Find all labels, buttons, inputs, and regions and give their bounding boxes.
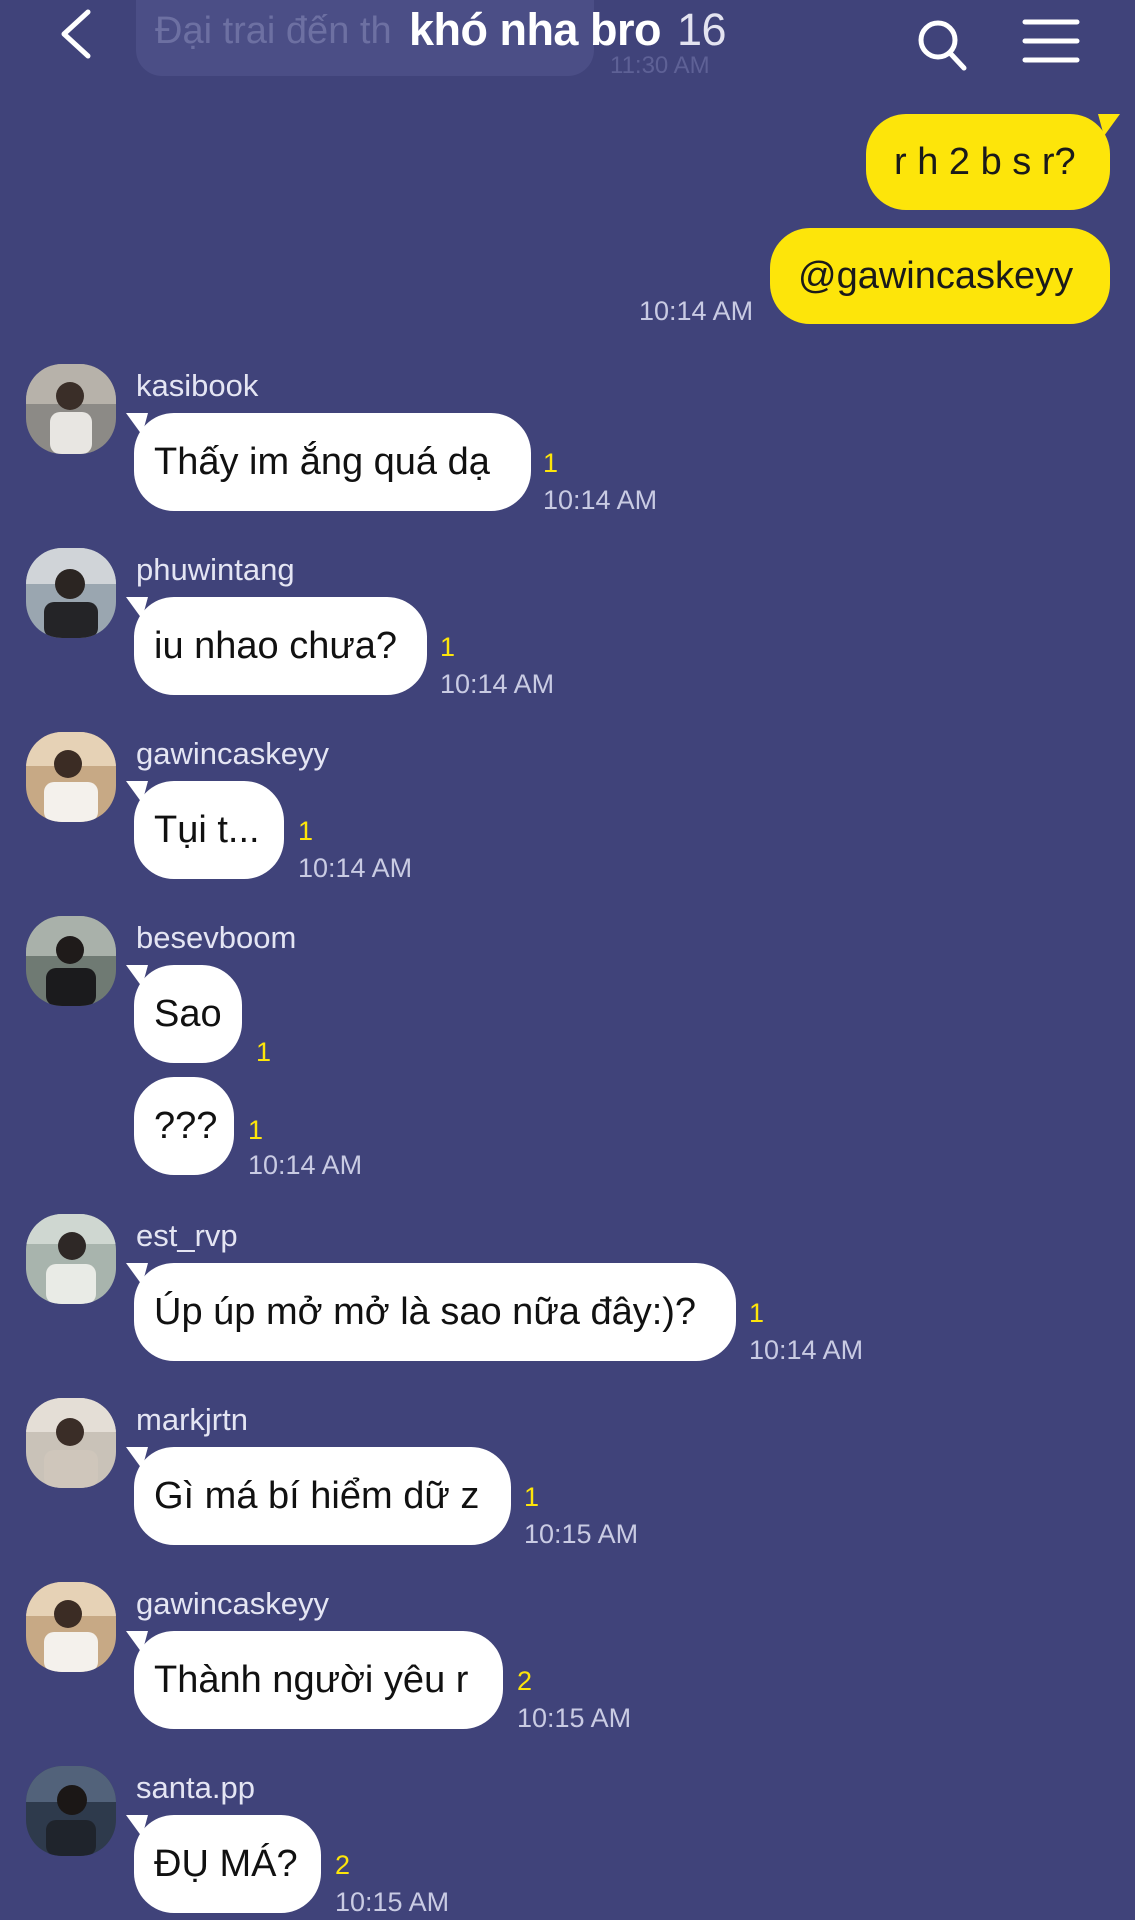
message-time: 10:14 AM: [639, 296, 754, 326]
message-time: 10:14 AM: [543, 485, 658, 515]
unread-count: 1: [440, 632, 456, 662]
avatar-gawincaskeyy[interactable]: [26, 1582, 116, 1672]
sender-name: gawincaskeyy: [136, 736, 329, 771]
message-time: 10:14 AM: [749, 1335, 864, 1365]
avatar-santa-pp[interactable]: [26, 1766, 116, 1856]
sender-name: kasibook: [136, 368, 259, 403]
unread-count: 1: [256, 1037, 272, 1067]
chat-header: khó nha bro 16: [0, 0, 1135, 90]
chat-name: khó nha bro: [408, 4, 662, 55]
sender-name: phuwintang: [136, 552, 295, 587]
search-icon: [918, 20, 967, 71]
sender-name: gawincaskeyy: [136, 1586, 329, 1621]
avatar-besevboom[interactable]: [26, 916, 116, 1006]
message-time: 10:14 AM: [248, 1150, 363, 1180]
member-count: 16: [676, 4, 727, 55]
incoming-message-bubble[interactable]: Gì má bí hiểm dữ z: [134, 1447, 511, 1545]
incoming-message-bubble[interactable]: ĐỤ MÁ?: [134, 1815, 321, 1913]
hamburger-menu-icon: [1022, 19, 1080, 63]
message-time: 10:15 AM: [517, 1703, 632, 1733]
outgoing-message-bubble[interactable]: @gawincaskeyy: [770, 228, 1110, 324]
bubble-tail: [1098, 114, 1120, 136]
unread-count: 1: [524, 1482, 540, 1512]
avatar-est_rvp[interactable]: [26, 1214, 116, 1304]
unread-count: 1: [749, 1298, 765, 1328]
message-time: 10:14 AM: [298, 853, 413, 883]
message-time: 10:14 AM: [440, 669, 555, 699]
avatar-gawincaskeyy[interactable]: [26, 732, 116, 822]
unread-count: 2: [517, 1666, 533, 1696]
incoming-message-bubble[interactable]: iu nhao chưa?: [134, 597, 427, 695]
menu-button[interactable]: [1022, 18, 1080, 64]
unread-count: 1: [543, 448, 559, 478]
unread-count: 1: [248, 1115, 264, 1145]
unread-count: 2: [335, 1850, 351, 1880]
message-time: 10:15 AM: [335, 1887, 450, 1917]
sender-name: besevboom: [136, 920, 297, 955]
unread-count: 1: [298, 816, 314, 846]
incoming-message-bubble[interactable]: ???: [134, 1077, 234, 1175]
incoming-message-bubble[interactable]: Tụi t...: [134, 781, 284, 879]
avatar-phuwintang[interactable]: [26, 548, 116, 638]
incoming-message-bubble[interactable]: Úp úp mở mở là sao nữa đây:)?: [134, 1263, 736, 1361]
avatar-kasibook[interactable]: [26, 364, 116, 454]
incoming-message-bubble[interactable]: Thấy im ắng quá dạ: [134, 413, 531, 511]
search-button[interactable]: [914, 14, 970, 74]
sender-name: markjrtn: [136, 1402, 248, 1437]
message-time: 10:15 AM: [524, 1519, 639, 1549]
sender-name: santa.pp: [136, 1770, 255, 1805]
avatar-markjrtn[interactable]: [26, 1398, 116, 1488]
incoming-message-bubble[interactable]: Thành người yêu r: [134, 1631, 503, 1729]
incoming-message-bubble[interactable]: Sao: [134, 965, 242, 1063]
outgoing-message-bubble[interactable]: r h 2 b s r?: [866, 114, 1110, 210]
sender-name: est_rvp: [136, 1218, 238, 1253]
